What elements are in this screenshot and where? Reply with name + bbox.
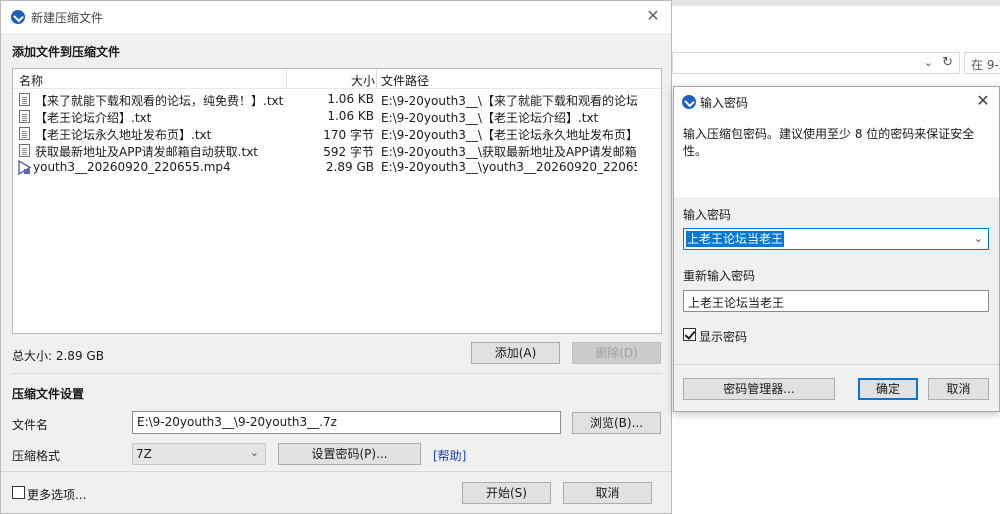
table-row[interactable]: 【老王论坛永久地址发布页】.txt 170 字节 E:\9-20youth3__… xyxy=(13,125,661,142)
password-dialog: 输入密码 ✕ 输入压缩包密码。建议使用至少 8 位的密码来保证安全性。 输入密码… xyxy=(673,86,1000,412)
file-size: 2.89 GB xyxy=(325,160,374,174)
table-row[interactable]: 【来了就能下载和观看的论坛，纯免费！】.txt 1.06 KB E:\9-20y… xyxy=(13,91,661,108)
browse-button[interactable]: 浏览(B)... xyxy=(572,412,661,434)
refresh-icon[interactable]: ↻ xyxy=(942,55,953,70)
title-bar: 新建压缩文件 ✕ xyxy=(1,1,671,33)
more-options-checkbox[interactable] xyxy=(12,486,25,499)
text-file-icon xyxy=(19,110,30,123)
cancel-button[interactable]: 取消 xyxy=(563,482,652,504)
file-list[interactable]: 名称 大小 文件路径 【来了就能下载和观看的论坛，纯免费！】.txt 1.06 … xyxy=(12,68,662,334)
file-size: 1.06 KB xyxy=(327,92,374,106)
file-name: 获取最新地址及APP请发邮箱自动获取.txt xyxy=(35,145,259,159)
password-footer-divider xyxy=(674,364,999,365)
delete-button[interactable]: 删除(D) xyxy=(572,342,661,364)
password-dialog-title-bar: 输入密码 ✕ xyxy=(674,87,999,117)
show-password-label[interactable]: 显示密码 xyxy=(699,328,747,345)
add-files-section-label: 添加文件到压缩文件 xyxy=(12,45,121,59)
address-bar[interactable]: ⌄ ↻ xyxy=(672,52,960,74)
show-password-checkbox[interactable] xyxy=(683,328,696,341)
confirm-password-label: 重新输入密码 xyxy=(683,269,756,283)
password-value: 上老王论坛当老王 xyxy=(686,231,785,247)
close-icon[interactable]: ✕ xyxy=(643,6,663,26)
new-archive-dialog: 新建压缩文件 ✕ 添加文件到压缩文件 名称 大小 文件路径 【来了就能下载和观看… xyxy=(0,0,672,514)
password-cancel-button[interactable]: 取消 xyxy=(928,378,989,400)
video-file-icon xyxy=(18,160,32,175)
format-label: 压缩格式 xyxy=(12,449,61,463)
file-path: E:\9-20youth3__\【来了就能下载和观看的论坛，... xyxy=(381,94,637,108)
file-name: 【来了就能下载和观看的论坛，纯免费！】.txt xyxy=(35,94,284,108)
set-password-button[interactable]: 设置密码(P)... xyxy=(278,443,421,465)
password-manager-button[interactable]: 密码管理器... xyxy=(683,378,835,400)
text-file-icon xyxy=(19,127,30,140)
file-size: 592 字节 xyxy=(323,145,374,159)
password-label: 输入密码 xyxy=(683,208,732,222)
confirm-password-input[interactable]: 上老王论坛当老王 xyxy=(683,290,989,312)
filename-label: 文件名 xyxy=(12,418,49,432)
start-button[interactable]: 开始(S) xyxy=(462,482,551,504)
column-divider[interactable] xyxy=(376,69,377,89)
chevron-down-icon[interactable]: ⌄ xyxy=(974,232,983,245)
chevron-down-icon[interactable]: ⌄ xyxy=(924,56,933,69)
search-input[interactable]: 在 9-2 xyxy=(964,52,1000,74)
file-list-header: 名称 大小 文件路径 xyxy=(13,69,661,89)
total-size-label: 总大小: 2.89 GB xyxy=(12,349,104,363)
text-file-icon xyxy=(19,144,30,157)
dialog-title: 新建压缩文件 xyxy=(31,11,104,25)
archive-settings-section-label: 压缩文件设置 xyxy=(12,387,85,401)
table-row[interactable]: 获取最新地址及APP请发邮箱自动获取.txt 592 字节 E:\9-20you… xyxy=(13,142,661,159)
file-path: E:\9-20youth3__\【老王论坛永久地址发布页】.txt xyxy=(381,128,637,142)
column-header-path[interactable]: 文件路径 xyxy=(381,72,429,89)
help-link[interactable]: [帮助] xyxy=(433,447,466,464)
format-select[interactable]: 7Z ⌄ xyxy=(132,443,266,465)
password-description: 输入压缩包密码。建议使用至少 8 位的密码来保证安全性。 xyxy=(683,127,975,158)
more-options-label[interactable]: 更多选项... xyxy=(27,486,86,503)
footer-divider xyxy=(1,471,671,472)
app-logo-icon xyxy=(682,95,696,109)
password-input[interactable]: 上老王论坛当老王 ⌄ xyxy=(683,228,989,250)
file-path: E:\9-20youth3__\youth3__20260920_220655.… xyxy=(381,160,637,174)
close-icon[interactable]: ✕ xyxy=(973,91,993,111)
column-header-name[interactable]: 名称 xyxy=(19,72,43,89)
table-row[interactable]: 【老王论坛介绍】.txt 1.06 KB E:\9-20youth3__\【老王… xyxy=(13,108,661,125)
chevron-down-icon: ⌄ xyxy=(249,446,259,459)
filename-input[interactable]: E:\9-20youth3__\9-20youth3__.7z xyxy=(132,411,561,434)
background-toolbar-strip xyxy=(672,0,1000,6)
file-name: 【老王论坛介绍】.txt xyxy=(35,111,152,125)
section-divider xyxy=(12,373,662,374)
file-size: 1.06 KB xyxy=(327,109,374,123)
file-name: 【老王论坛永久地址发布页】.txt xyxy=(35,128,212,142)
column-divider[interactable] xyxy=(286,69,287,89)
table-row[interactable]: youth3__20260920_220655.mp4 2.89 GB E:\9… xyxy=(13,159,661,176)
format-value: 7Z xyxy=(136,447,152,461)
ok-button[interactable]: 确定 xyxy=(858,378,918,400)
file-size: 170 字节 xyxy=(323,128,374,142)
text-file-icon xyxy=(19,93,30,106)
column-header-size[interactable]: 大小 xyxy=(351,72,375,89)
password-dialog-title: 输入密码 xyxy=(700,96,749,110)
file-path: E:\9-20youth3__\获取最新地址及APP请发邮箱自... xyxy=(381,145,637,159)
app-logo-icon xyxy=(11,10,25,24)
file-path: E:\9-20youth3__\【老王论坛介绍】.txt xyxy=(381,111,599,125)
file-name: youth3__20260920_220655.mp4 xyxy=(33,160,231,174)
add-button[interactable]: 添加(A) xyxy=(471,342,560,364)
